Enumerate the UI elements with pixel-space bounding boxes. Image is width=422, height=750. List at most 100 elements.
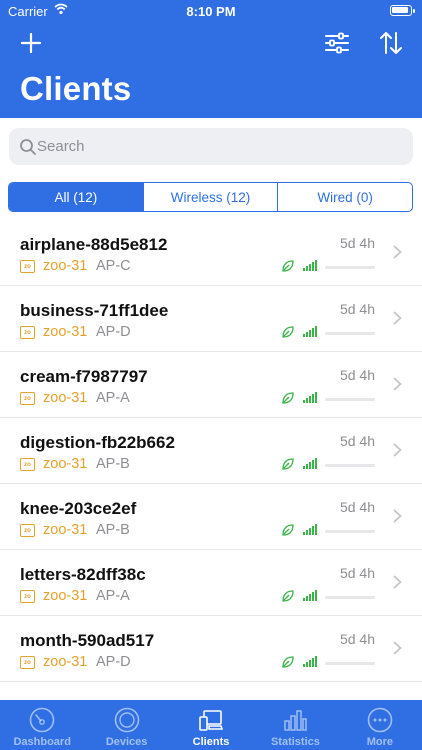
client-name: digestion-fb22b662	[20, 433, 175, 452]
client-uptime: 5d 4h	[339, 433, 375, 449]
client-site: zoo-31	[43, 654, 88, 670]
sort-arrows-icon	[380, 32, 402, 54]
tab-bar: Dashboard Devices Clients Statistics Mor…	[0, 700, 422, 750]
client-row[interactable]: letters-82dff38c zo zoo-31 AP-A 5d 4h	[0, 550, 422, 616]
client-access-point: AP-D	[96, 324, 131, 340]
leaf-icon	[282, 656, 294, 668]
client-site: zoo-31	[43, 390, 88, 406]
chevron-right-icon	[393, 575, 402, 589]
tab-devices[interactable]: Devices	[84, 700, 168, 750]
client-site: zoo-31	[43, 588, 88, 604]
tab-clients[interactable]: Clients	[169, 700, 253, 750]
client-row[interactable]: knee-203ce2ef zo zoo-31 AP-B 5d 4h	[0, 484, 422, 550]
leaf-icon	[282, 524, 294, 536]
site-icon: zo	[20, 458, 35, 471]
tab-label: Clients	[192, 736, 230, 748]
usage-bar	[325, 398, 375, 401]
client-name: month-590ad517	[20, 631, 155, 650]
header: Carrier 8:10 PM Clients	[0, 0, 422, 118]
status-bar: Carrier 8:10 PM	[0, 0, 422, 22]
tab-label: Statistics	[270, 736, 320, 748]
usage-bar	[325, 266, 375, 269]
chevron-right-icon	[393, 641, 402, 655]
segment-wireless[interactable]: Wireless (12)	[142, 183, 278, 211]
leaf-icon	[282, 458, 294, 470]
signal-strength-icon	[303, 458, 317, 469]
client-row[interactable]: business-71ff1dee zo zoo-31 AP-D 5d 4h	[0, 286, 422, 352]
client-name: airplane-88d5e812	[20, 235, 168, 254]
client-row[interactable]: digestion-fb22b662 zo zoo-31 AP-B 5d 4h	[0, 418, 422, 484]
client-access-point: AP-C	[96, 258, 131, 274]
search-input[interactable]	[37, 128, 407, 165]
client-row[interactable]: airplane-88d5e812 zo zoo-31 AP-C 5d 4h	[0, 220, 422, 286]
signal-strength-icon	[303, 392, 317, 403]
client-uptime: 5d 4h	[339, 235, 375, 251]
usage-bar	[325, 464, 375, 467]
filter-button[interactable]	[322, 28, 352, 58]
site-icon: zo	[20, 590, 35, 603]
client-filter-segmented-control: All (12) Wireless (12) Wired (0)	[8, 182, 413, 212]
client-access-point: AP-B	[96, 456, 130, 472]
client-site: zoo-31	[43, 522, 88, 538]
signal-strength-icon	[303, 590, 317, 601]
client-row[interactable]: month-590ad517 zo zoo-31 AP-D 5d 4h	[0, 616, 422, 682]
signal-strength-icon	[303, 326, 317, 337]
site-icon: zo	[20, 392, 35, 405]
chevron-right-icon	[393, 377, 402, 391]
battery-icon	[390, 5, 415, 16]
gauge-icon	[29, 707, 55, 733]
leaf-icon	[282, 260, 294, 272]
tab-dashboard[interactable]: Dashboard	[0, 700, 84, 750]
client-uptime: 5d 4h	[339, 367, 375, 383]
leaf-icon	[282, 392, 294, 404]
chevron-right-icon	[393, 245, 402, 259]
tab-more[interactable]: More	[338, 700, 422, 750]
signal-strength-icon	[303, 656, 317, 667]
more-icon	[367, 707, 393, 733]
client-uptime: 5d 4h	[339, 499, 375, 515]
client-access-point: AP-B	[96, 522, 130, 538]
sliders-icon	[325, 32, 349, 54]
client-access-point: AP-D	[96, 654, 131, 670]
client-name: knee-203ce2ef	[20, 499, 137, 518]
add-client-button[interactable]	[16, 28, 46, 58]
devices-icon	[114, 707, 139, 733]
tab-label: Devices	[105, 736, 148, 748]
site-icon: zo	[20, 656, 35, 669]
client-list: airplane-88d5e812 zo zoo-31 AP-C 5d 4h b…	[0, 220, 422, 682]
page-title: Clients	[20, 70, 132, 107]
statistics-icon	[284, 710, 308, 731]
client-access-point: AP-A	[96, 390, 130, 406]
client-name: business-71ff1dee	[20, 301, 169, 320]
segment-wired[interactable]: Wired (0)	[277, 183, 412, 211]
client-access-point: AP-A	[96, 588, 130, 604]
client-row[interactable]: cream-f7987797 zo zoo-31 AP-A 5d 4h	[0, 352, 422, 418]
tab-label: More	[366, 736, 393, 748]
leaf-icon	[282, 326, 294, 338]
usage-bar	[325, 596, 375, 599]
plus-icon	[20, 32, 42, 54]
client-name: letters-82dff38c	[20, 565, 146, 584]
client-site: zoo-31	[43, 258, 88, 274]
chevron-right-icon	[393, 509, 402, 523]
site-icon: zo	[20, 326, 35, 339]
site-icon: zo	[20, 260, 35, 273]
signal-strength-icon	[303, 260, 317, 271]
client-uptime: 5d 4h	[339, 631, 375, 647]
client-uptime: 5d 4h	[339, 565, 375, 581]
segment-all[interactable]: All (12)	[9, 183, 143, 211]
search-bar[interactable]	[9, 128, 413, 165]
chevron-right-icon	[393, 443, 402, 457]
usage-bar	[325, 530, 375, 533]
sort-button[interactable]	[376, 28, 406, 58]
search-icon	[20, 139, 36, 155]
usage-bar	[325, 332, 375, 335]
client-site: zoo-31	[43, 456, 88, 472]
client-name: cream-f7987797	[20, 367, 148, 386]
signal-strength-icon	[303, 524, 317, 535]
clock: 8:10 PM	[186, 4, 236, 19]
usage-bar	[325, 662, 375, 665]
tab-statistics[interactable]: Statistics	[253, 700, 337, 750]
tab-label: Dashboard	[13, 736, 71, 748]
client-uptime: 5d 4h	[339, 301, 375, 317]
